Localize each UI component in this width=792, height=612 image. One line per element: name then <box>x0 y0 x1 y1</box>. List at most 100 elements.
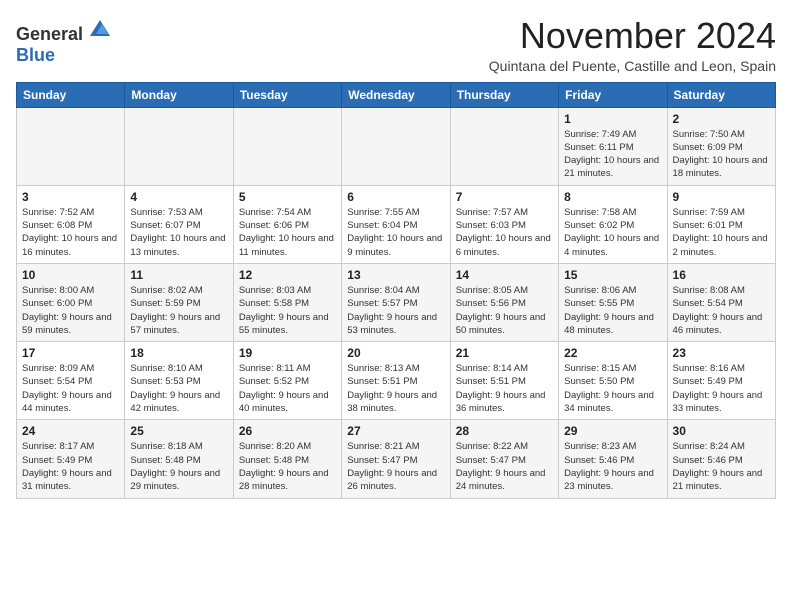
calendar-day-cell: 15 Sunrise: 8:06 AMSunset: 5:55 PMDayligh… <box>559 263 667 341</box>
day-info: Sunrise: 8:03 AMSunset: 5:58 PMDaylight:… <box>239 284 336 337</box>
day-info: Sunrise: 8:24 AMSunset: 5:46 PMDaylight:… <box>673 440 770 493</box>
calendar-day-cell <box>342 107 450 185</box>
day-info: Sunrise: 8:00 AMSunset: 6:00 PMDaylight:… <box>22 284 119 337</box>
day-number: 19 <box>239 346 336 360</box>
day-number: 1 <box>564 112 661 126</box>
calendar-day-cell <box>17 107 125 185</box>
calendar-week-row: 3 Sunrise: 7:52 AMSunset: 6:08 PMDaylight… <box>17 185 776 263</box>
calendar-day-cell: 8 Sunrise: 7:58 AMSunset: 6:02 PMDaylight… <box>559 185 667 263</box>
calendar-body: 1 Sunrise: 7:49 AMSunset: 6:11 PMDaylight… <box>17 107 776 498</box>
calendar: SundayMondayTuesdayWednesdayThursdayFrid… <box>16 82 776 499</box>
day-info: Sunrise: 7:58 AMSunset: 6:02 PMDaylight:… <box>564 206 661 259</box>
day-info: Sunrise: 8:17 AMSunset: 5:49 PMDaylight:… <box>22 440 119 493</box>
calendar-header: SundayMondayTuesdayWednesdayThursdayFrid… <box>17 82 776 107</box>
weekday-header: Sunday <box>17 82 125 107</box>
day-number: 17 <box>22 346 119 360</box>
calendar-day-cell: 12 Sunrise: 8:03 AMSunset: 5:58 PMDayligh… <box>233 263 341 341</box>
logo: General Blue <box>16 16 112 66</box>
weekday-header: Wednesday <box>342 82 450 107</box>
day-info: Sunrise: 7:52 AMSunset: 6:08 PMDaylight:… <box>22 206 119 259</box>
day-number: 15 <box>564 268 661 282</box>
day-info: Sunrise: 8:04 AMSunset: 5:57 PMDaylight:… <box>347 284 444 337</box>
day-number: 28 <box>456 424 553 438</box>
day-number: 5 <box>239 190 336 204</box>
day-number: 18 <box>130 346 227 360</box>
day-number: 7 <box>456 190 553 204</box>
day-info: Sunrise: 8:16 AMSunset: 5:49 PMDaylight:… <box>673 362 770 415</box>
weekday-header: Friday <box>559 82 667 107</box>
day-info: Sunrise: 8:02 AMSunset: 5:59 PMDaylight:… <box>130 284 227 337</box>
calendar-day-cell: 30 Sunrise: 8:24 AMSunset: 5:46 PMDayligh… <box>667 420 775 498</box>
day-info: Sunrise: 8:13 AMSunset: 5:51 PMDaylight:… <box>347 362 444 415</box>
calendar-day-cell: 7Sunrise: 7:57 AMSunset: 6:03 PMDaylight… <box>450 185 558 263</box>
calendar-day-cell: 26 Sunrise: 8:20 AMSunset: 5:48 PMDayligh… <box>233 420 341 498</box>
logo-icon <box>88 16 112 40</box>
day-info: Sunrise: 8:08 AMSunset: 5:54 PMDaylight:… <box>673 284 770 337</box>
calendar-day-cell: 4 Sunrise: 7:53 AMSunset: 6:07 PMDaylight… <box>125 185 233 263</box>
day-number: 10 <box>22 268 119 282</box>
day-number: 21 <box>456 346 553 360</box>
calendar-day-cell: 5Sunrise: 7:54 AMSunset: 6:06 PMDaylight… <box>233 185 341 263</box>
day-number: 26 <box>239 424 336 438</box>
day-info: Sunrise: 8:10 AMSunset: 5:53 PMDaylight:… <box>130 362 227 415</box>
day-number: 9 <box>673 190 770 204</box>
calendar-day-cell: 2Sunrise: 7:50 AMSunset: 6:09 PMDaylight… <box>667 107 775 185</box>
calendar-day-cell <box>450 107 558 185</box>
day-info: Sunrise: 8:20 AMSunset: 5:48 PMDaylight:… <box>239 440 336 493</box>
calendar-day-cell: 20Sunrise: 8:13 AMSunset: 5:51 PMDayligh… <box>342 342 450 420</box>
day-number: 6 <box>347 190 444 204</box>
day-number: 12 <box>239 268 336 282</box>
day-number: 30 <box>673 424 770 438</box>
day-info: Sunrise: 8:18 AMSunset: 5:48 PMDaylight:… <box>130 440 227 493</box>
day-number: 22 <box>564 346 661 360</box>
calendar-day-cell: 13Sunrise: 8:04 AMSunset: 5:57 PMDayligh… <box>342 263 450 341</box>
day-info: Sunrise: 8:14 AMSunset: 5:51 PMDaylight:… <box>456 362 553 415</box>
day-number: 16 <box>673 268 770 282</box>
calendar-day-cell: 25 Sunrise: 8:18 AMSunset: 5:48 PMDayligh… <box>125 420 233 498</box>
title-area: November 2024 Quintana del Puente, Casti… <box>489 16 776 74</box>
day-info: Sunrise: 8:06 AMSunset: 5:55 PMDaylight:… <box>564 284 661 337</box>
day-info: Sunrise: 7:49 AMSunset: 6:11 PMDaylight:… <box>564 128 661 181</box>
day-info: Sunrise: 7:59 AMSunset: 6:01 PMDaylight:… <box>673 206 770 259</box>
calendar-day-cell: 21 Sunrise: 8:14 AMSunset: 5:51 PMDayligh… <box>450 342 558 420</box>
header: General Blue November 2024 Quintana del … <box>16 16 776 74</box>
logo-general: General <box>16 24 83 44</box>
calendar-day-cell: 27 Sunrise: 8:21 AMSunset: 5:47 PMDayligh… <box>342 420 450 498</box>
calendar-day-cell: 24 Sunrise: 8:17 AMSunset: 5:49 PMDayligh… <box>17 420 125 498</box>
day-info: Sunrise: 8:23 AMSunset: 5:46 PMDaylight:… <box>564 440 661 493</box>
day-number: 25 <box>130 424 227 438</box>
day-number: 3 <box>22 190 119 204</box>
day-number: 27 <box>347 424 444 438</box>
calendar-day-cell: 28 Sunrise: 8:22 AMSunset: 5:47 PMDayligh… <box>450 420 558 498</box>
calendar-day-cell: 14Sunrise: 8:05 AMSunset: 5:56 PMDayligh… <box>450 263 558 341</box>
calendar-day-cell <box>125 107 233 185</box>
calendar-day-cell: 17 Sunrise: 8:09 AMSunset: 5:54 PMDayligh… <box>17 342 125 420</box>
calendar-week-row: 24 Sunrise: 8:17 AMSunset: 5:49 PMDayligh… <box>17 420 776 498</box>
day-info: Sunrise: 7:53 AMSunset: 6:07 PMDaylight:… <box>130 206 227 259</box>
day-number: 24 <box>22 424 119 438</box>
day-info: Sunrise: 7:55 AMSunset: 6:04 PMDaylight:… <box>347 206 444 259</box>
calendar-day-cell <box>233 107 341 185</box>
calendar-day-cell: 10 Sunrise: 8:00 AMSunset: 6:00 PMDayligh… <box>17 263 125 341</box>
day-number: 4 <box>130 190 227 204</box>
calendar-day-cell: 22 Sunrise: 8:15 AMSunset: 5:50 PMDayligh… <box>559 342 667 420</box>
day-info: Sunrise: 8:09 AMSunset: 5:54 PMDaylight:… <box>22 362 119 415</box>
day-info: Sunrise: 7:50 AMSunset: 6:09 PMDaylight:… <box>673 128 770 181</box>
calendar-day-cell: 11Sunrise: 8:02 AMSunset: 5:59 PMDayligh… <box>125 263 233 341</box>
calendar-day-cell: 18 Sunrise: 8:10 AMSunset: 5:53 PMDayligh… <box>125 342 233 420</box>
calendar-week-row: 1 Sunrise: 7:49 AMSunset: 6:11 PMDaylight… <box>17 107 776 185</box>
day-info: Sunrise: 8:22 AMSunset: 5:47 PMDaylight:… <box>456 440 553 493</box>
calendar-week-row: 17 Sunrise: 8:09 AMSunset: 5:54 PMDayligh… <box>17 342 776 420</box>
logo-blue: Blue <box>16 45 55 65</box>
weekday-header: Monday <box>125 82 233 107</box>
calendar-day-cell: 29Sunrise: 8:23 AMSunset: 5:46 PMDayligh… <box>559 420 667 498</box>
day-number: 8 <box>564 190 661 204</box>
day-number: 23 <box>673 346 770 360</box>
day-info: Sunrise: 8:21 AMSunset: 5:47 PMDaylight:… <box>347 440 444 493</box>
day-info: Sunrise: 8:15 AMSunset: 5:50 PMDaylight:… <box>564 362 661 415</box>
weekday-header: Thursday <box>450 82 558 107</box>
calendar-day-cell: 9 Sunrise: 7:59 AMSunset: 6:01 PMDaylight… <box>667 185 775 263</box>
weekday-header: Tuesday <box>233 82 341 107</box>
day-number: 14 <box>456 268 553 282</box>
calendar-day-cell: 3 Sunrise: 7:52 AMSunset: 6:08 PMDaylight… <box>17 185 125 263</box>
